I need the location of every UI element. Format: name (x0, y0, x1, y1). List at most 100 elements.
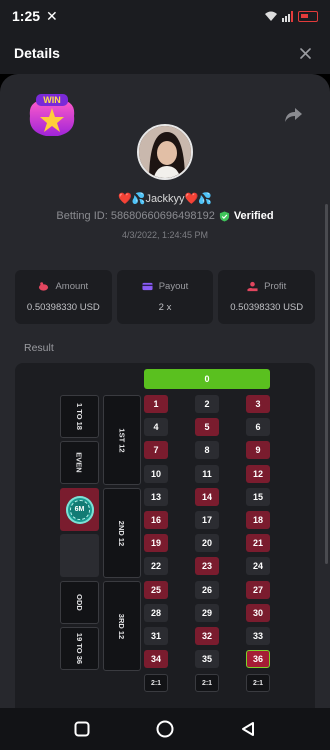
side-bet-label: 1 TO 18 (75, 403, 84, 430)
cell-17: 17 (195, 511, 219, 529)
amount-card: Amount 0.50398330 USD (15, 270, 112, 324)
side-bet-label: ODD (74, 594, 84, 611)
side-bet-label: EVEN (75, 452, 84, 473)
side-bet-2: EVEN (60, 441, 99, 484)
payout-label: Payout (158, 281, 189, 292)
cell-36: 36 (246, 650, 270, 669)
wifi-icon (265, 11, 277, 21)
profit-value: 0.50398330 USD (230, 302, 304, 313)
bet-chip-icon: 6M (65, 495, 94, 524)
verified-label: Verified (233, 210, 274, 222)
verified-shield-icon (219, 210, 229, 222)
roulette-board: 0 1 2 3 4 5 6 7 8 9 10 11 12 13 14 15 16 17 18 19 20 21 22 23 2… (15, 363, 315, 708)
cell-0: 0 (144, 369, 270, 389)
dozen-1: 1ST 12 (103, 395, 141, 485)
home-button[interactable] (153, 717, 177, 741)
battery-icon (298, 10, 318, 22)
cell-35: 35 (195, 650, 219, 669)
cell-26: 26 (195, 580, 219, 599)
cell-8: 8 (195, 441, 219, 460)
status-bar: 1:25 ✕ (0, 0, 330, 32)
cell-30: 30 (246, 603, 270, 622)
column-bet-2: 2:1 (195, 674, 219, 693)
side-bet-1: 1 TO 18 (60, 395, 99, 438)
amount-label: Amount (55, 281, 89, 292)
column-bet-3: 2:1 (246, 674, 270, 693)
cell-14: 14 (195, 487, 219, 506)
cell-23: 23 (195, 557, 219, 576)
cell-10: 10 (144, 464, 168, 483)
profit-label: Profit (264, 281, 287, 292)
recents-square-icon (74, 721, 90, 737)
dozen-label: 1ST 12 (117, 427, 127, 453)
side-bet-chip-cell: 6M (60, 488, 99, 531)
payout-card: Payout 2 x (116, 270, 214, 324)
dozen-2: 2ND 12 (103, 488, 141, 578)
page-title: Details (14, 45, 60, 61)
chip-label: 6M (69, 499, 90, 520)
column-bet-label: 2:1 (252, 679, 264, 687)
close-button[interactable] (294, 42, 316, 64)
amount-value: 0.50398330 USD (26, 302, 100, 313)
details-sheet: WIN ❤️💦Jackkyy❤️💦 Betting ID: 5868066069… (0, 74, 330, 708)
back-button[interactable] (236, 717, 260, 741)
cell-22: 22 (144, 557, 168, 576)
cell-2: 2 (195, 395, 219, 413)
cell-24: 24 (246, 557, 270, 576)
recents-button[interactable] (70, 717, 94, 741)
betting-row: Betting ID: 586806606964981​92 Verified (0, 210, 330, 222)
share-arrow-icon (285, 108, 302, 122)
column-bet-label: 2:1 (201, 679, 213, 687)
cell-5: 5 (195, 418, 219, 437)
cell-11: 11 (195, 464, 219, 483)
cell-9: 9 (246, 441, 270, 460)
betting-id: Betting ID: 586806606964981​92 (56, 210, 215, 222)
cell-19: 19 (144, 534, 168, 553)
piggy-bank-icon (39, 282, 49, 291)
cell-32: 32 (195, 627, 219, 645)
win-badge-icon: WIN (29, 94, 75, 136)
cell-29: 29 (195, 603, 219, 622)
share-button[interactable] (282, 104, 304, 126)
cell-12: 12 (246, 464, 270, 483)
dozen-label: 3RD 12 (117, 613, 127, 639)
scrollbar[interactable] (325, 204, 328, 564)
column-bet-1: 2:1 (144, 674, 168, 693)
cell-18: 18 (246, 511, 270, 529)
x-logo-icon: ✕ (46, 7, 58, 24)
timestamp: 4/3/2022, 1:24:45 PM (121, 230, 209, 240)
cell-21: 21 (246, 534, 270, 553)
cell-15: 15 (246, 487, 270, 506)
cell-25: 25 (144, 580, 168, 599)
close-icon (299, 47, 311, 59)
card-icon (142, 282, 153, 291)
side-bet-empty (60, 534, 99, 577)
cell-1: 1 (144, 395, 168, 413)
back-triangle-icon (242, 722, 255, 736)
system-nav-bar (0, 708, 330, 750)
signal-icon (282, 10, 293, 22)
side-bet-6: 19 TO 36 (60, 627, 99, 670)
result-label: Result (24, 342, 54, 354)
dozen-3: 3RD 12 (103, 581, 141, 671)
status-time: 1:25 (12, 8, 41, 24)
avatar (137, 124, 193, 180)
cell-20: 20 (195, 534, 219, 553)
payout-value: 2 x (158, 302, 172, 313)
side-bet-label: 19 TO 36 (74, 632, 84, 665)
cell-27: 27 (246, 580, 270, 599)
cell-31: 31 (144, 627, 168, 645)
cell-7: 7 (144, 441, 168, 460)
header: Details (0, 32, 330, 74)
cell-34: 34 (144, 650, 168, 669)
profit-card: Profit 0.50398330 USD (218, 270, 316, 324)
status-icons (264, 10, 318, 22)
dozen-label: 2ND 12 (117, 520, 127, 546)
side-bet-5: ODD (60, 581, 99, 624)
cell-6: 6 (246, 418, 270, 437)
cell-33: 33 (246, 627, 270, 645)
cell-28: 28 (144, 603, 168, 622)
cell-3: 3 (246, 395, 270, 413)
home-circle-icon (156, 720, 174, 738)
username: ❤️💦Jackkyy❤️💦 (118, 193, 212, 205)
